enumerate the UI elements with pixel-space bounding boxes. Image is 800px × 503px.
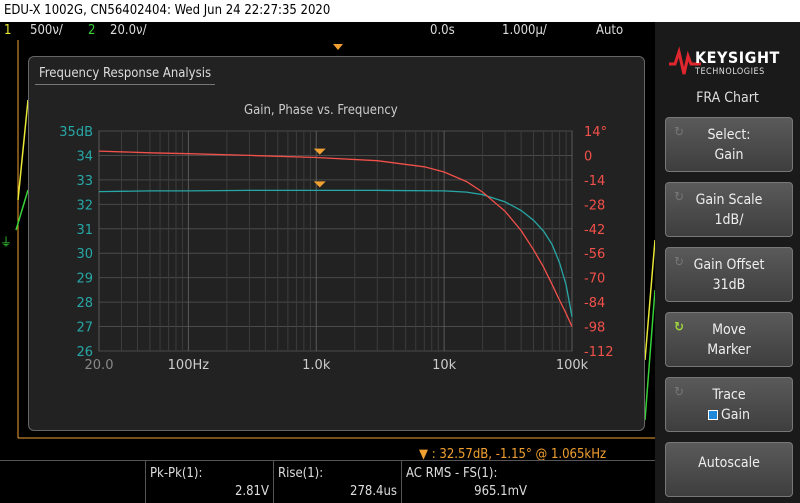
softkey-line1: Autoscale — [698, 455, 760, 471]
rotate-knob-active-icon: ↻ — [674, 320, 684, 335]
y-left-tick-label: 35dB — [59, 125, 93, 140]
plot-frame — [98, 130, 573, 352]
rotate-knob-icon: ↻ — [674, 125, 684, 140]
y-right-tick-label: -70 — [584, 272, 605, 287]
x-tick-label: 10k — [432, 358, 457, 373]
channel1-trace — [17, 99, 29, 201]
softkey-gain-scale[interactable]: ↻ Gain Scale 1dB/ — [665, 182, 793, 237]
softkey-line2: 31dB — [712, 277, 746, 293]
softkey-trace[interactable]: ↻ Trace Gain — [665, 377, 793, 432]
y-right-tick-label: 14° — [584, 125, 607, 140]
x-tick-label: 100Hz — [168, 358, 210, 373]
channel2-trace-right — [644, 289, 655, 421]
softkey-panel: KEYSIGHT TECHNOLOGIES FRA Chart ↻ Select… — [655, 22, 800, 503]
brand-name: KEYSIGHT — [695, 48, 780, 67]
softkey-line2: Gain — [714, 147, 744, 163]
measurement-label: Rise(1): — [278, 466, 324, 481]
softkey-move-marker[interactable]: ↻ Move Marker — [665, 312, 793, 367]
rotate-knob-icon: ↻ — [674, 190, 684, 205]
softkey-autoscale[interactable]: Autoscale — [665, 442, 793, 497]
measurement-acrms[interactable]: AC RMS - FS(1): 965.1mV — [401, 461, 531, 503]
channel2-scale[interactable]: 20.0ν/ — [110, 22, 147, 40]
softkey-line2: 1dB/ — [714, 212, 744, 228]
y-left-tick-label: 26 — [76, 345, 93, 360]
y-right-tick-label: -98 — [584, 321, 605, 336]
trigger-position-icon — [333, 44, 343, 50]
y-right-tick-label: -28 — [584, 198, 605, 213]
y-left-tick-label: 27 — [76, 321, 93, 336]
y-right-tick-label: -84 — [584, 296, 605, 311]
y-left-tick-label: 29 — [76, 272, 93, 287]
x-tick-label: 20.0 — [85, 358, 114, 373]
measurement-value: 278.4us — [350, 484, 397, 499]
measurement-pkpk[interactable]: Pk-Pk(1): 2.81V — [145, 461, 273, 503]
measurement-bar: Pk-Pk(1): 2.81V Rise(1): 278.4us AC RMS … — [0, 460, 655, 503]
status-bar: 1 500ν/ 2 20.0ν/ 0.0s 1.000μ/ Auto ↑ — [0, 22, 673, 40]
panel-title: FRA Chart — [696, 90, 759, 106]
ground-marker-icon: ⏚ — [0, 235, 12, 249]
gain-marker-icon — [313, 181, 326, 188]
measurement-value: 965.1mV — [474, 484, 527, 499]
trace-color-swatch — [708, 410, 719, 420]
measurement-label: Pk-Pk(1): — [150, 466, 203, 481]
rotate-knob-icon: ↻ — [674, 385, 684, 400]
scope-screen: ⏚ Frequency Response Analysis Gain, Phas… — [0, 40, 655, 462]
channel2-number[interactable]: 2 — [88, 22, 95, 40]
y-left-tick-label: 34 — [76, 149, 93, 164]
y-left-tick-label: 32 — [76, 198, 93, 213]
y-right-tick-label: -112 — [584, 345, 614, 360]
y-left-tick-label: 33 — [76, 174, 93, 189]
y-right-tick-label: -42 — [584, 223, 605, 238]
rotate-knob-icon: ↻ — [674, 255, 684, 270]
trigger-mode[interactable]: Auto — [596, 22, 623, 40]
time-scale[interactable]: 1.000μ/ — [502, 22, 547, 40]
brand-subtitle: TECHNOLOGIES — [695, 67, 765, 77]
phase-trace — [98, 150, 573, 327]
channel1-scale[interactable]: 500ν/ — [30, 22, 63, 40]
x-tick-label: 100k — [556, 358, 589, 373]
y-left-tick-label: 31 — [76, 223, 93, 238]
y-right-tick-label: -56 — [584, 247, 605, 262]
y-left-tick-label: 30 — [76, 247, 93, 262]
measurement-value: 2.81V — [234, 484, 269, 499]
softkey-select[interactable]: ↻ Select: Gain — [665, 117, 793, 172]
time-offset[interactable]: 0.0s — [430, 22, 455, 40]
measurement-rise[interactable]: Rise(1): 278.4us — [273, 461, 401, 503]
softkey-line2: Gain — [666, 405, 792, 425]
phase-marker-icon — [313, 148, 326, 155]
fra-window: Frequency Response Analysis Gain, Phase … — [28, 56, 645, 462]
measurement-label: AC RMS - FS(1): — [406, 466, 498, 481]
softkey-line2: Marker — [707, 342, 751, 358]
instrument-title-bar: EDU-X 1002G, CN56402404: Wed Jun 24 22:2… — [0, 0, 800, 22]
y-right-tick-label: -14 — [584, 174, 605, 189]
y-left-tick-label: 28 — [76, 296, 93, 311]
x-tick-label: 1.0k — [302, 358, 331, 373]
fra-plot: 20.0 100Hz 1.0k 10k 100k 35dB 34 33 32 31 30 29 28 27… — [59, 125, 614, 373]
channel1-number[interactable]: 1 — [4, 22, 11, 40]
y-right-tick-label: 0 — [584, 149, 592, 164]
softkey-gain-offset[interactable]: ↻ Gain Offset 31dB — [665, 247, 793, 302]
